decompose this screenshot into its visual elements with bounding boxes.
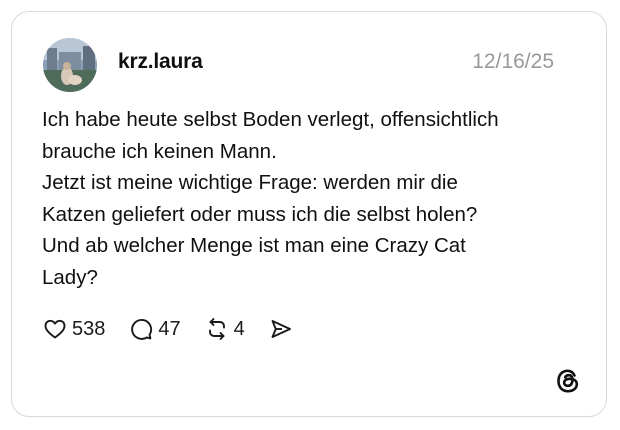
like-button[interactable]: 538 (42, 316, 105, 342)
comment-count: 47 (158, 317, 181, 340)
repost-count: 4 (233, 317, 245, 340)
action-bar: 538 47 4 (42, 314, 317, 344)
heart-icon (42, 316, 68, 342)
post-card: krz.laura 12/16/25 Ich habe heute selbst… (11, 11, 607, 417)
post-text-line: Lady? (42, 265, 98, 289)
share-button[interactable] (268, 316, 294, 342)
avatar[interactable] (43, 38, 97, 92)
username[interactable]: krz.laura (118, 50, 203, 74)
repost-icon (204, 316, 230, 342)
avatar-image (43, 38, 97, 92)
comment-button[interactable]: 47 (128, 316, 181, 342)
repost-button[interactable]: 4 (204, 316, 245, 342)
post-text-line: Ich habe heute selbst Boden verlegt, off… (42, 108, 499, 131)
post-date: 12/16/25 (472, 50, 554, 73)
post-text-line: Und ab welcher Menge ist man eine Crazy … (42, 234, 466, 257)
post-text-line: brauche ich keinen Mann. (42, 139, 277, 163)
speech-bubble-icon (128, 316, 154, 342)
post-text-line: Katzen geliefert oder muss ich die selbs… (42, 202, 478, 226)
post-text: Ich habe heute selbst Boden verlegt, off… (42, 104, 582, 293)
threads-logo-icon (554, 367, 582, 395)
send-icon (268, 316, 294, 342)
post-text-line: Jetzt ist meine wichtige Frage: werden m… (42, 171, 458, 194)
like-count: 538 (72, 317, 106, 340)
